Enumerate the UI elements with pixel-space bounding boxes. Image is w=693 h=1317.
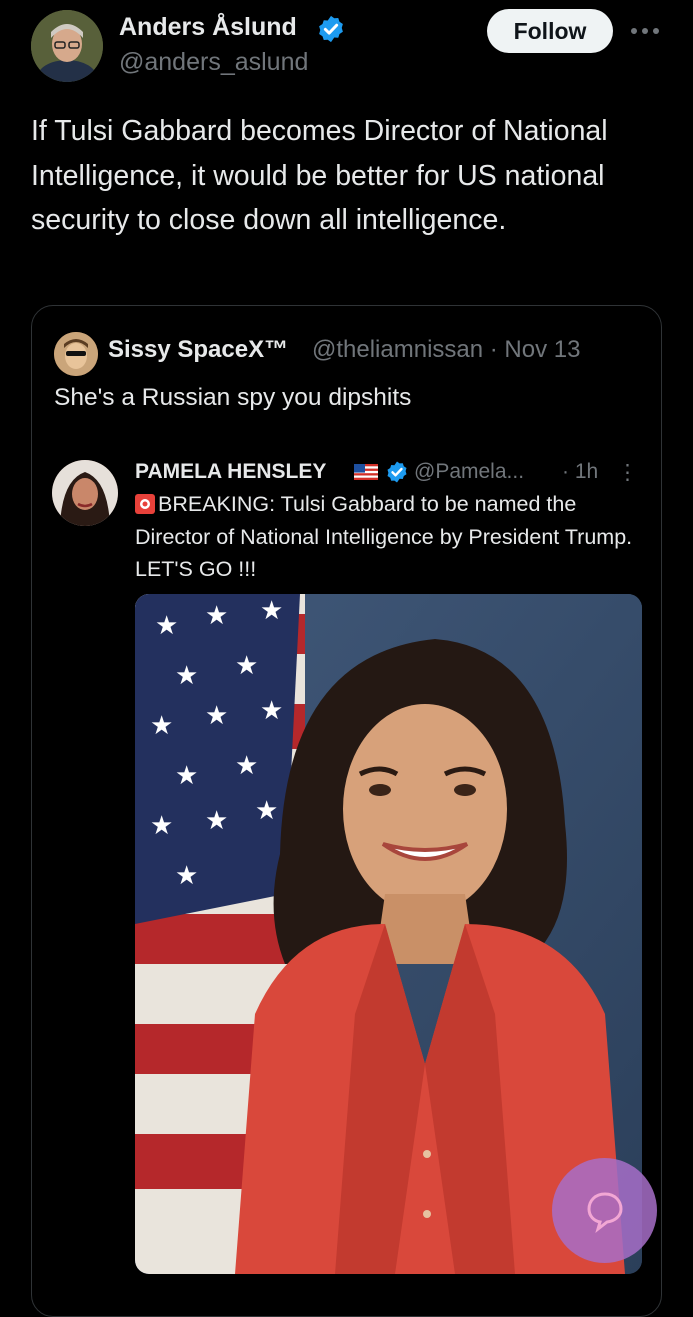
- verified-badge-icon: [319, 15, 343, 43]
- svg-text:★: ★: [260, 596, 283, 626]
- quoted-author-avatar[interactable]: [54, 332, 98, 376]
- quoted-author-meta[interactable]: @theliamnissan · Nov 13: [312, 336, 580, 364]
- nested-author-avatar[interactable]: [52, 460, 118, 526]
- nested-tweet-text: BREAKING: Tulsi Gabbard to be named the …: [135, 488, 645, 586]
- svg-text:★: ★: [155, 611, 178, 641]
- tweet-header: Anders Åslund @anders_aslund Follow: [0, 0, 693, 100]
- more-horizontal-icon[interactable]: [627, 16, 663, 46]
- author-avatar[interactable]: [31, 10, 103, 82]
- author-handle[interactable]: @anders_aslund: [119, 48, 308, 77]
- verified-badge-icon: [387, 461, 407, 483]
- quoted-tweet-text: She's a Russian spy you dipshits: [54, 384, 412, 411]
- tweet-photo[interactable]: ★ ★ ★ ★ ★ ★ ★ ★ ★ ★ ★ ★ ★ ★: [135, 594, 642, 1274]
- us-flag-emoji: [354, 464, 378, 480]
- follow-button[interactable]: Follow: [487, 9, 613, 53]
- nested-timestamp[interactable]: · 1h: [562, 460, 598, 484]
- svg-text:★: ★: [175, 861, 198, 891]
- tweet-text: If Tulsi Gabbard becomes Director of Nat…: [31, 115, 608, 236]
- svg-text:★: ★: [205, 601, 228, 631]
- svg-text:★: ★: [150, 811, 173, 841]
- nested-author-handle[interactable]: @Pamela...: [414, 460, 524, 484]
- more-vertical-icon[interactable]: ⋮: [617, 460, 638, 485]
- quoted-tweet-card[interactable]: Sissy SpaceX™ @theliamnissan · Nov 13 Sh…: [31, 305, 662, 1317]
- compose-fab-icon[interactable]: [552, 1158, 657, 1263]
- nested-author-name[interactable]: PAMELA HENSLEY: [135, 460, 326, 484]
- svg-text:★: ★: [260, 696, 283, 726]
- svg-text:★: ★: [235, 651, 258, 681]
- svg-text:★: ★: [175, 661, 198, 691]
- author-name[interactable]: Anders Åslund: [119, 13, 297, 42]
- svg-text:★: ★: [235, 751, 258, 781]
- svg-text:★: ★: [255, 796, 278, 826]
- svg-text:★: ★: [175, 761, 198, 791]
- svg-text:★: ★: [205, 701, 228, 731]
- svg-text:★: ★: [150, 711, 173, 741]
- nested-tweet-text-body: BREAKING: Tulsi Gabbard to be named the …: [135, 492, 633, 581]
- quoted-author-name[interactable]: Sissy SpaceX™: [108, 336, 288, 364]
- svg-text:★: ★: [205, 806, 228, 836]
- siren-emoji: [135, 494, 155, 514]
